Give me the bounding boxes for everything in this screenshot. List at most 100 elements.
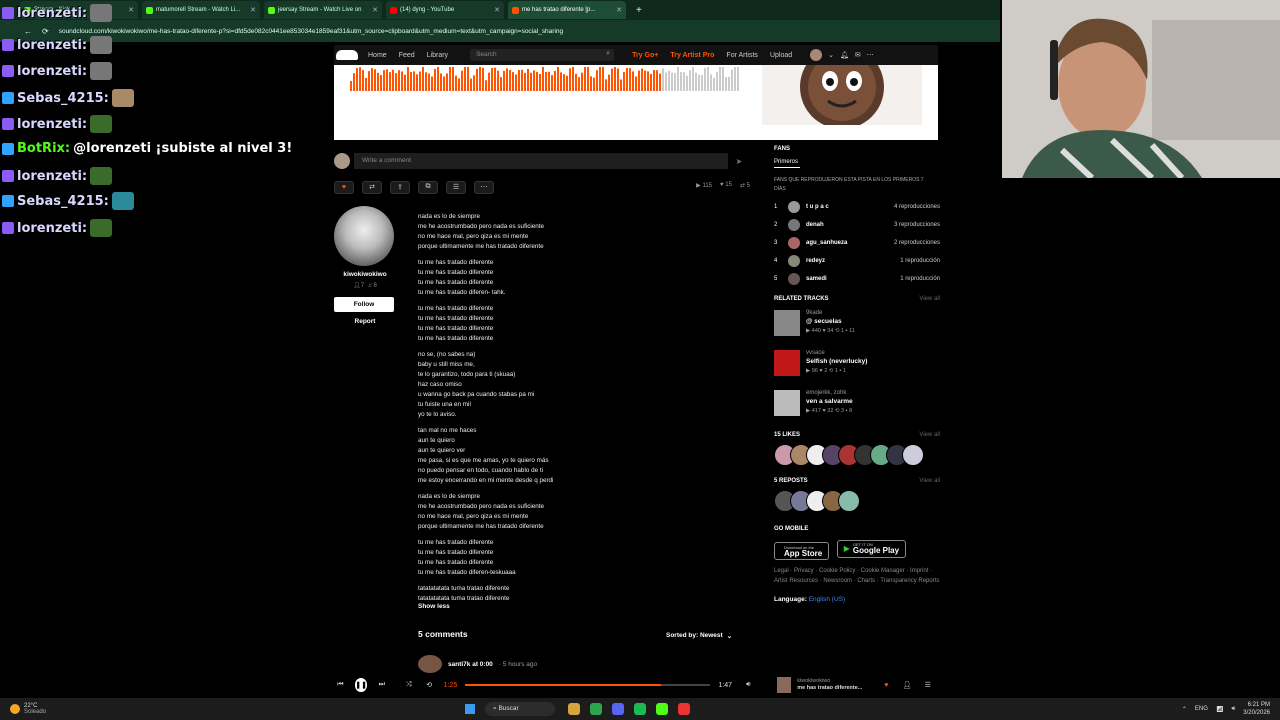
- close-icon[interactable]: ✕: [616, 6, 622, 14]
- close-icon[interactable]: ✕: [494, 6, 500, 14]
- fan-name[interactable]: denah: [806, 222, 894, 228]
- track-artwork[interactable]: [774, 350, 800, 376]
- uploader-avatar[interactable]: [334, 206, 394, 266]
- volume-tray-icon[interactable]: 🔊︎: [1232, 706, 1236, 713]
- chat-username[interactable]: lorenzeti:: [17, 64, 87, 79]
- fan-row[interactable]: 3 agu_sanhueza 2 reproducciones: [774, 234, 940, 252]
- track-artwork[interactable]: [774, 310, 800, 336]
- repost-button[interactable]: ⇄: [362, 180, 382, 194]
- language-indicator[interactable]: ENG: [1195, 706, 1208, 712]
- like-icon[interactable]: ♥: [880, 682, 893, 689]
- track-artist[interactable]: emojerkk, zohk: [806, 390, 853, 396]
- for-artists-link[interactable]: For Artists: [726, 52, 758, 59]
- chat-username[interactable]: lorenzeti:: [17, 169, 87, 184]
- show-less-button[interactable]: Show less: [418, 603, 450, 610]
- avatar[interactable]: [902, 444, 924, 466]
- chevron-up-icon[interactable]: ⌃: [1182, 706, 1187, 713]
- try-go-link[interactable]: Try Go+: [632, 52, 658, 59]
- chevron-down-icon[interactable]: ⌄: [828, 51, 834, 59]
- avatar[interactable]: [838, 490, 860, 512]
- volume-icon[interactable]: 🔊︎: [742, 681, 755, 689]
- wifi-icon[interactable]: 📶︎: [1216, 706, 1224, 713]
- browser-tab[interactable]: me has tratao diferente [p... ✕: [508, 1, 626, 19]
- fan-name[interactable]: agu_sanhueza: [806, 240, 894, 246]
- track-artwork[interactable]: [774, 390, 800, 416]
- more-icon[interactable]: ⋯: [867, 51, 874, 59]
- upload-link[interactable]: Upload: [770, 52, 792, 59]
- track-title[interactable]: Selfish (neverlucky): [806, 358, 867, 365]
- send-icon[interactable]: ➤: [728, 157, 750, 166]
- sort-dropdown[interactable]: Sorted by: Newest ⌄: [666, 629, 748, 642]
- queue-icon[interactable]: ☰: [921, 681, 934, 689]
- follow-icon[interactable]: 👤︎: [901, 681, 914, 689]
- spotify-icon[interactable]: [634, 703, 646, 715]
- weather-widget[interactable]: 22°C Soleado: [10, 703, 465, 715]
- soundcloud-logo-icon[interactable]: [336, 50, 358, 60]
- try-artist-pro-link[interactable]: Try Artist Pro: [670, 52, 714, 59]
- follow-button[interactable]: Follow: [334, 297, 394, 312]
- more-button[interactable]: ⋯: [474, 180, 494, 194]
- new-tab-button[interactable]: +: [636, 5, 642, 16]
- messages-icon[interactable]: ✉: [855, 51, 861, 59]
- track-artist[interactable]: 9kade: [806, 310, 855, 316]
- clock[interactable]: 6:21 PM 3/20/2026: [1243, 701, 1270, 717]
- nav-library[interactable]: Library: [427, 52, 448, 59]
- related-track[interactable]: vvsace Selfish (neverlucky) ▶ 96 ♥ 2 ⟲ 1 ▪…: [774, 350, 940, 390]
- user-avatar[interactable]: [810, 49, 823, 61]
- chat-username[interactable]: lorenzeti:: [17, 38, 87, 53]
- fan-name[interactable]: samedi: [806, 276, 900, 282]
- taskbar-search[interactable]: ⌕ Buscar: [485, 702, 555, 716]
- chat-username[interactable]: Sebas_4215:: [17, 194, 109, 209]
- uploader-name[interactable]: kiwokiwokiwo: [334, 271, 396, 278]
- add-to-next-up-button[interactable]: ☰: [446, 180, 466, 194]
- app-icon[interactable]: [678, 703, 690, 715]
- like-button[interactable]: ♥: [334, 180, 354, 194]
- track-title[interactable]: ven a salvarme: [806, 398, 853, 405]
- chat-username[interactable]: BotRix:: [17, 141, 70, 156]
- report-button[interactable]: Report: [334, 318, 396, 325]
- nav-feed[interactable]: Feed: [399, 52, 415, 59]
- discord-icon[interactable]: [612, 703, 624, 715]
- share-button[interactable]: ⇪: [390, 180, 410, 194]
- fan-row[interactable]: 1 t u p a c4 reproducciones: [774, 198, 940, 216]
- pause-button[interactable]: ❚❚: [354, 678, 368, 692]
- related-track[interactable]: emojerkk, zohk ven a salvarme ▶ 417 ♥ 32 ⟲…: [774, 390, 940, 430]
- reposts-view-all-link[interactable]: View all: [919, 478, 940, 484]
- track-title[interactable]: @ secuelas: [806, 318, 855, 325]
- likes-view-all-link[interactable]: View all: [919, 432, 940, 438]
- fan-name[interactable]: redeyz: [806, 258, 900, 264]
- chrome-icon[interactable]: [590, 703, 602, 715]
- chat-username[interactable]: lorenzeti:: [17, 117, 87, 132]
- google-play-button[interactable]: ▶ GET IT ON Google Play: [836, 539, 907, 558]
- footer-links[interactable]: Legal · Privacy · Cookie Policy · Cookie…: [774, 566, 940, 586]
- shuffle-icon[interactable]: ⤨: [402, 681, 415, 689]
- next-icon[interactable]: ⏭: [375, 681, 388, 689]
- previous-icon[interactable]: ⏮: [334, 681, 347, 689]
- copy-link-button[interactable]: ⧉: [418, 180, 438, 194]
- repeat-icon[interactable]: ⟲: [423, 681, 436, 689]
- comment-author[interactable]: santi7k at 0:00: [448, 661, 493, 668]
- now-playing-info[interactable]: kiwokiwokiwo me has tratao diferente...: [797, 678, 870, 692]
- notifications-icon[interactable]: 🔔︎: [840, 51, 849, 59]
- fan-name[interactable]: t u p a c: [806, 204, 894, 210]
- fan-row[interactable]: 2 denah 3 reproducciones: [774, 216, 940, 234]
- chat-username[interactable]: lorenzeti:: [17, 6, 87, 21]
- file-explorer-icon[interactable]: [568, 703, 580, 715]
- nav-home[interactable]: Home: [368, 52, 387, 59]
- waveform[interactable]: [350, 67, 740, 107]
- windows-start-icon[interactable]: [465, 704, 475, 714]
- kick-icon[interactable]: [656, 703, 668, 715]
- progress-bar[interactable]: [465, 684, 711, 686]
- close-icon[interactable]: ✕: [372, 6, 378, 14]
- tab-primeros[interactable]: Primeros: [774, 159, 800, 168]
- chat-username[interactable]: Sebas_4215:: [17, 91, 109, 106]
- comment-input[interactable]: Write a comment: [354, 153, 728, 169]
- fan-row[interactable]: 5 samedi 1 reproducción: [774, 270, 940, 288]
- now-playing-artwork[interactable]: [776, 677, 792, 693]
- chat-username[interactable]: lorenzeti:: [17, 221, 87, 236]
- fan-row[interactable]: 4 redeyz 1 reproducción: [774, 252, 940, 270]
- track-artist[interactable]: vvsace: [806, 350, 867, 356]
- app-store-button[interactable]: Download on the App Store: [774, 542, 830, 560]
- language-link[interactable]: English (US): [809, 596, 845, 603]
- related-track[interactable]: 9kade @ secuelas ▶ 440 ♥ 34 ⟲ 1 ▪ 11: [774, 310, 940, 350]
